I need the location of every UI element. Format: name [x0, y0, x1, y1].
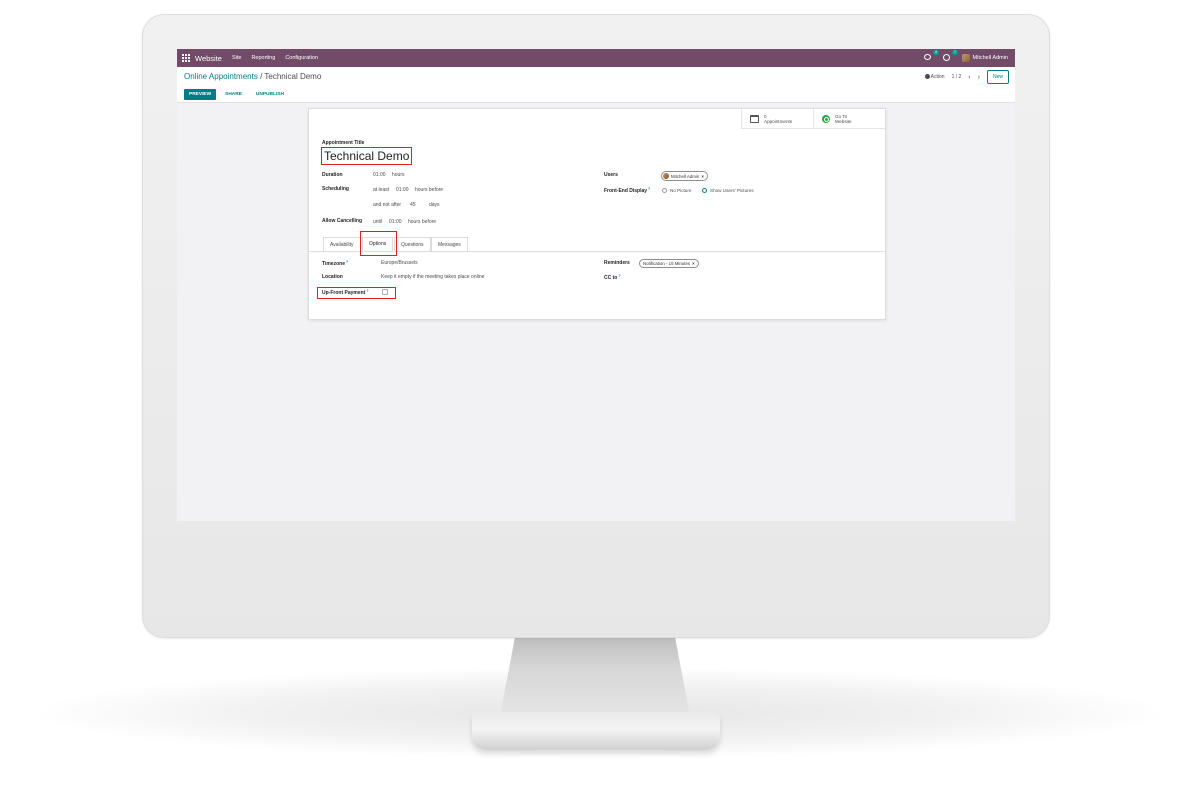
duration-unit: hours — [392, 172, 405, 178]
action-menu-button[interactable]: Action — [924, 74, 945, 80]
clock-icon — [942, 54, 950, 61]
page-title: Technical Demo — [324, 149, 410, 163]
action-label: Action — [930, 74, 945, 80]
scheduling-min-suffix: hours before — [415, 187, 444, 193]
radio-no-picture[interactable] — [662, 188, 667, 193]
user-name: Mitchell Admin — [972, 55, 1008, 61]
globe-icon — [822, 115, 830, 123]
cc-to-label: CC to ? — [604, 274, 621, 281]
menu-configuration[interactable]: Configuration — [285, 55, 318, 61]
reminder-tag[interactable]: Notification - 15 Minutes × — [639, 259, 699, 268]
tab-questions[interactable]: Questions — [394, 237, 431, 251]
share-button[interactable]: SHARE — [220, 89, 247, 100]
allow-cancelling-label: Allow Cancelling — [322, 218, 363, 224]
cancel-prefix: until — [373, 219, 383, 225]
calendar-icon — [750, 115, 759, 123]
preview-button[interactable]: PREVIEW — [184, 89, 217, 100]
user-tag[interactable]: Mitchell Admin × — [661, 171, 708, 181]
navbar-systray: 4 7 Mitchell Admin — [923, 50, 1008, 62]
duration-input[interactable]: 01:00 — [373, 172, 386, 178]
breadcrumb-current: Technical Demo — [264, 72, 322, 81]
control-panel-right: Action 1 / 2 ‹ › New — [924, 70, 1009, 84]
radio-show-users-pictures[interactable] — [702, 188, 707, 193]
appointments-label: Appointments — [764, 119, 793, 124]
chat-icon — [923, 54, 931, 60]
timezone-label-text: Timezone — [322, 261, 345, 267]
help-icon[interactable]: ? — [647, 187, 650, 191]
help-icon[interactable]: ? — [617, 274, 620, 278]
avatar — [663, 173, 669, 179]
scheduling-min-prefix: at least — [373, 187, 390, 193]
close-icon[interactable]: × — [692, 261, 695, 266]
timezone-select[interactable]: Europe/Brussels — [381, 260, 418, 266]
duration-label: Duration — [322, 172, 343, 178]
user-tag-label: Mitchell Admin — [671, 173, 700, 179]
breadcrumb-parent-link[interactable]: Online Appointments — [184, 72, 258, 81]
close-icon[interactable]: × — [701, 174, 704, 179]
cc-to-label-text: CC to — [604, 275, 618, 281]
users-label: Users — [604, 172, 618, 178]
scheduling-max-prefix: and not after — [373, 202, 402, 208]
radio-no-picture-label: No Picture — [670, 188, 692, 193]
go-to-website-line2: Website — [835, 119, 852, 124]
location-label: Location — [322, 274, 343, 280]
chevron-left-icon[interactable]: ‹ — [968, 74, 970, 81]
stat-button-box: 0 Appointments Go To Website — [741, 109, 885, 129]
form-sheet: 0 Appointments Go To Website Appointment… — [308, 108, 886, 320]
tab-messages[interactable]: Messages — [431, 237, 468, 251]
help-icon[interactable]: ? — [345, 260, 348, 264]
new-button[interactable]: New — [986, 70, 1009, 84]
front-end-display-text: Front-End Display — [604, 188, 648, 194]
gear-icon — [924, 74, 930, 79]
location-input[interactable]: Keep it empty if the meeting takes place… — [381, 274, 484, 280]
form-action-buttons: PREVIEW SHARE UNPUBLISH — [184, 89, 289, 100]
chat-button[interactable]: 4 — [923, 50, 939, 62]
scheduling-min-input[interactable]: 01:00 — [396, 187, 409, 193]
tab-availability[interactable]: Availability — [323, 237, 361, 251]
title-label: Appointment Title — [322, 140, 365, 146]
menu-reporting[interactable]: Reporting — [251, 55, 275, 61]
cancel-suffix: hours before — [408, 219, 437, 225]
front-end-display-label: Front-End Display ? — [604, 187, 650, 194]
avatar — [961, 54, 970, 62]
chevron-right-icon[interactable]: › — [978, 74, 980, 81]
cancel-input[interactable]: 01:00 — [389, 219, 402, 225]
go-to-website-button[interactable]: Go To Website — [813, 109, 885, 129]
menu-site[interactable]: Site — [232, 55, 241, 61]
options-tab-highlight — [360, 231, 397, 256]
appointments-count: 0 — [764, 113, 767, 119]
scheduling-max-suffix: days — [429, 202, 440, 208]
appointments-stat-button[interactable]: 0 Appointments — [741, 109, 813, 129]
activity-button[interactable]: 7 — [942, 50, 958, 62]
pager-value[interactable]: 1 / 2 — [952, 74, 962, 80]
radio-show-users-pictures-label: Show Users' Pictures — [710, 188, 754, 193]
user-menu[interactable]: Mitchell Admin — [961, 54, 1008, 62]
control-panel: Online Appointments / Technical Demo Act… — [177, 67, 1015, 103]
app-grid-icon[interactable] — [182, 54, 190, 62]
upfront-payment-highlight — [317, 287, 396, 299]
appointments-stat-text: 0 Appointments — [764, 114, 792, 125]
go-to-website-line1: Go To — [835, 113, 848, 119]
scheduling-max-input[interactable]: 45 — [410, 202, 416, 208]
breadcrumb: Online Appointments / Technical Demo — [184, 72, 321, 81]
unpublish-button[interactable]: UNPUBLISH — [251, 89, 289, 100]
title-field[interactable]: Technical Demo — [321, 147, 413, 165]
monitor-stand-base — [472, 712, 720, 750]
reminder-tag-label: Notification - 15 Minutes — [643, 261, 691, 266]
chat-count-badge: 4 — [933, 50, 939, 55]
scheduling-label: Scheduling — [322, 186, 349, 192]
app-name[interactable]: Website — [195, 54, 222, 63]
reminders-label: Reminders — [604, 260, 630, 266]
timezone-label: Timezone ? — [322, 260, 348, 267]
breadcrumb-separator: / — [260, 72, 263, 81]
go-to-website-text: Go To Website — [835, 114, 852, 125]
top-navbar: Website Site Reporting Configuration 4 7… — [177, 49, 1015, 67]
monitor-screen: Website Site Reporting Configuration 4 7… — [177, 49, 1015, 521]
activity-count-badge: 7 — [952, 50, 958, 55]
monitor-stand-neck — [500, 636, 690, 716]
